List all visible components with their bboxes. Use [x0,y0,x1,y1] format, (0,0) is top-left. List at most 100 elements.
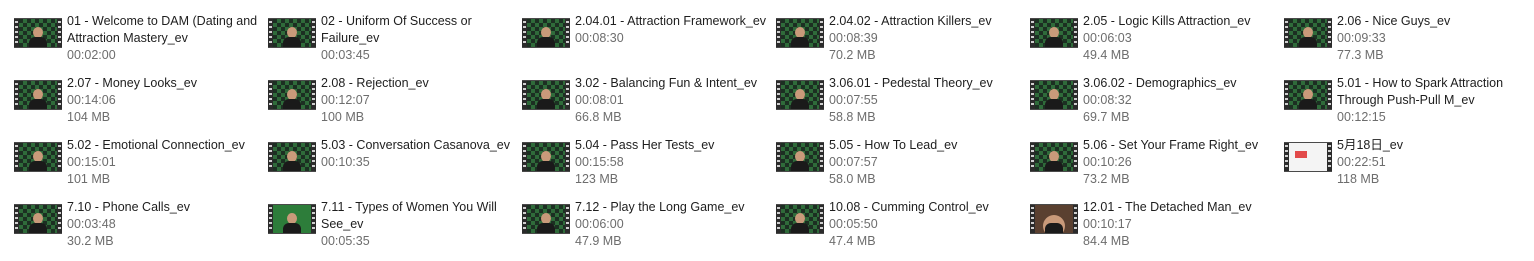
file-duration: 00:10:17 [1083,217,1132,231]
file-meta: 5.03 - Conversation Casanova_ev 00:10:35 [321,137,516,171]
file-size: 47.9 MB [575,234,622,248]
file-size: 58.8 MB [829,110,876,124]
file-item[interactable]: 12.01 - The Detached Man_ev 00:10:17 84.4 … [1030,199,1280,257]
file-meta: 3.06.02 - Demographics_ev 00:08:32 69.7 MB [1083,75,1278,126]
file-meta: 2.04.02 - Attraction Killers_ev 00:08:39 7… [829,13,1024,64]
file-size: 101 MB [67,172,111,186]
file-meta: 02 - Uniform Of Success or Failure_ev 00:… [321,13,516,64]
file-meta: 7.11 - Types of Women You Will See_ev 00:… [321,199,516,250]
file-item[interactable]: 2.04.02 - Attraction Killers_ev 00:08:39 7… [776,13,1026,71]
file-meta: 01 - Welcome to DAM (Dating and Attracti… [67,13,262,64]
file-meta: 2.08 - Rejection_ev 00:12:07 100 MB [321,75,516,126]
file-item[interactable]: 5月18日_ev 00:22:51 118 MB [1284,137,1534,195]
video-thumbnail-icon [776,18,824,48]
file-size: 47.4 MB [829,234,876,248]
video-thumbnail-icon [1030,80,1078,110]
file-item[interactable]: 3.02 - Balancing Fun & Intent_ev 00:08:01… [522,75,772,133]
file-meta: 5.04 - Pass Her Tests_ev 00:15:58 123 MB [575,137,770,188]
video-thumbnail-icon [1284,142,1332,172]
file-size: 77.3 MB [1337,48,1384,62]
file-item[interactable]: 2.05 - Logic Kills Attraction_ev 00:06:03… [1030,13,1280,71]
video-thumbnail-icon [776,80,824,110]
file-item[interactable]: 5.02 - Emotional Connection_ev 00:15:01 10… [14,137,264,195]
file-name: 5.05 - How To Lead_ev [829,138,958,152]
video-thumbnail-icon [522,80,570,110]
file-duration: 00:10:26 [1083,155,1132,169]
video-thumbnail-icon [776,204,824,234]
video-thumbnail-icon [268,204,316,234]
file-meta: 10.08 - Cumming Control_ev 00:05:50 47.4 M… [829,199,1024,250]
video-thumbnail-icon [14,142,62,172]
file-name: 7.10 - Phone Calls_ev [67,200,190,214]
file-duration: 00:08:39 [829,31,878,45]
file-item[interactable]: 3.06.02 - Demographics_ev 00:08:32 69.7 MB [1030,75,1280,133]
file-item[interactable]: 7.11 - Types of Women You Will See_ev 00:… [268,199,518,257]
video-thumbnail-icon [268,18,316,48]
file-name: 01 - Welcome to DAM (Dating and Attracti… [67,14,258,45]
video-thumbnail-icon [522,204,570,234]
video-thumbnail-icon [14,18,62,48]
file-meta: 7.12 - Play the Long Game_ev 00:06:00 47.9… [575,199,770,250]
file-item[interactable]: 01 - Welcome to DAM (Dating and Attracti… [14,13,264,71]
file-item[interactable]: 5.03 - Conversation Casanova_ev 00:10:35 [268,137,518,195]
file-meta: 2.06 - Nice Guys_ev 00:09:33 77.3 MB [1337,13,1532,64]
file-duration: 00:07:57 [829,155,878,169]
file-name: 10.08 - Cumming Control_ev [829,200,989,214]
file-duration: 00:09:33 [1337,31,1386,45]
video-thumbnail-icon [776,142,824,172]
file-size: 84.4 MB [1083,234,1130,248]
file-name: 7.12 - Play the Long Game_ev [575,200,745,214]
video-thumbnail-icon [14,80,62,110]
file-size: 73.2 MB [1083,172,1130,186]
file-item[interactable]: 7.10 - Phone Calls_ev 00:03:48 30.2 MB [14,199,264,257]
file-meta: 3.06.01 - Pedestal Theory_ev 00:07:55 58.8… [829,75,1024,126]
file-duration: 00:22:51 [1337,155,1386,169]
file-duration: 00:10:35 [321,155,370,169]
file-item[interactable]: 02 - Uniform Of Success or Failure_ev 00:… [268,13,518,71]
file-duration: 00:06:03 [1083,31,1132,45]
file-item[interactable]: 5.04 - Pass Her Tests_ev 00:15:58 123 MB [522,137,772,195]
file-item[interactable]: 7.12 - Play the Long Game_ev 00:06:00 47.9… [522,199,772,257]
file-meta: 5.01 - How to Spark Attraction Through P… [1337,75,1532,126]
file-duration: 00:03:45 [321,48,370,62]
file-size: 104 MB [67,110,111,124]
file-duration: 00:05:35 [321,234,370,248]
file-meta: 12.01 - The Detached Man_ev 00:10:17 84.4 … [1083,199,1278,250]
file-item[interactable]: 2.06 - Nice Guys_ev 00:09:33 77.3 MB [1284,13,1534,71]
file-item[interactable]: 2.08 - Rejection_ev 00:12:07 100 MB [268,75,518,133]
file-item[interactable]: 2.04.01 - Attraction Framework_ev 00:08:3… [522,13,772,71]
file-item[interactable]: 3.06.01 - Pedestal Theory_ev 00:07:55 58.8… [776,75,1026,133]
file-duration: 00:08:01 [575,93,624,107]
file-duration: 00:15:01 [67,155,116,169]
file-duration: 00:12:07 [321,93,370,107]
file-meta: 5.05 - How To Lead_ev 00:07:57 58.0 MB [829,137,1024,188]
file-meta: 2.04.01 - Attraction Framework_ev 00:08:3… [575,13,770,47]
file-name: 2.06 - Nice Guys_ev [1337,14,1451,28]
file-item[interactable]: 2.07 - Money Looks_ev 00:14:06 104 MB [14,75,264,133]
file-item[interactable]: 5.06 - Set Your Frame Right_ev 00:10:26 73… [1030,137,1280,195]
file-name: 3.02 - Balancing Fun & Intent_ev [575,76,758,90]
file-name: 5.02 - Emotional Connection_ev [67,138,245,152]
video-thumbnail-icon [268,142,316,172]
file-item[interactable]: 5.05 - How To Lead_ev 00:07:57 58.0 MB [776,137,1026,195]
file-duration: 00:08:32 [1083,93,1132,107]
file-duration: 00:12:15 [1337,110,1386,124]
file-size: 123 MB [575,172,619,186]
file-size: 69.7 MB [1083,110,1130,124]
video-thumbnail-icon [268,80,316,110]
file-name: 5.04 - Pass Her Tests_ev [575,138,715,152]
file-item[interactable]: 10.08 - Cumming Control_ev 00:05:50 47.4 M… [776,199,1026,257]
video-thumbnail-icon [522,18,570,48]
file-meta: 2.05 - Logic Kills Attraction_ev 00:06:03… [1083,13,1278,64]
file-name: 7.11 - Types of Women You Will See_ev [321,200,497,231]
file-duration: 00:02:00 [67,48,116,62]
file-name: 02 - Uniform Of Success or Failure_ev [321,14,472,45]
file-name: 2.05 - Logic Kills Attraction_ev [1083,14,1251,28]
file-meta: 5.02 - Emotional Connection_ev 00:15:01 10… [67,137,262,188]
file-name: 3.06.02 - Demographics_ev [1083,76,1237,90]
file-item[interactable]: 5.01 - How to Spark Attraction Through P… [1284,75,1534,133]
file-duration: 00:05:50 [829,217,878,231]
file-duration: 00:03:48 [67,217,116,231]
file-size: 66.8 MB [575,110,622,124]
video-thumbnail-icon [1284,80,1332,110]
